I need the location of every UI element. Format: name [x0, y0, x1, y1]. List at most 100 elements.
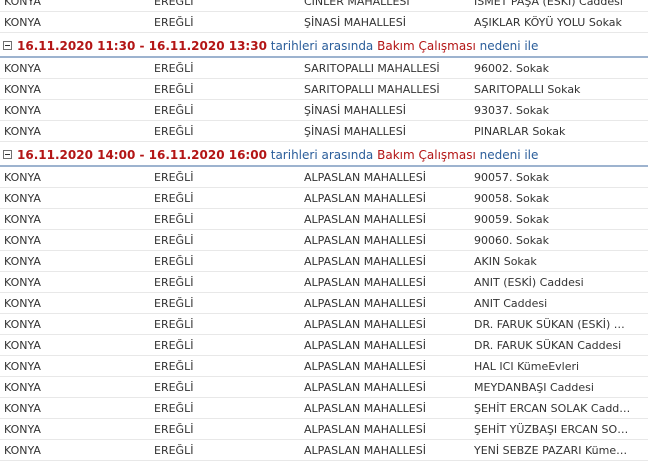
district-cell: EREĞLİ: [154, 234, 194, 247]
province-cell: KONYA: [4, 423, 41, 436]
province-cell: KONYA: [4, 402, 41, 415]
table-row: KONYA EREĞLİ ALPASLAN MAHALLESİ ŞEHİT YÜZBA…: [0, 419, 648, 440]
table-row: KONYA EREĞLİ CİNLER MAHALLESİ İSMET PAŞA (E…: [0, 0, 648, 12]
reason-suffix: nedeni ile: [479, 148, 539, 162]
province-cell: KONYA: [4, 16, 41, 29]
street-cell: HAL ICI KümeEvleri: [474, 360, 580, 373]
street-cell: SARITOPALLI Sokak: [474, 83, 581, 96]
province-cell: KONYA: [4, 0, 41, 8]
neighborhood-cell: SARITOPALLI MAHALLESİ: [304, 62, 440, 75]
reason-suffix: nedeni ile: [479, 39, 539, 53]
province-cell: KONYA: [4, 234, 41, 247]
street-cell: ANIT (ESKİ) Caddesi: [474, 276, 584, 289]
street-cell: PINARLAR Sokak: [474, 125, 566, 138]
district-cell: EREĞLİ: [154, 213, 194, 226]
province-cell: KONYA: [4, 339, 41, 352]
province-cell: KONYA: [4, 318, 41, 331]
outage-date-range: 16.11.2020 14:00 - 16.11.2020 16:00: [17, 148, 267, 162]
province-cell: KONYA: [4, 83, 41, 96]
table-row: KONYA EREĞLİ ALPASLAN MAHALLESİ 90060. Soka…: [0, 230, 648, 251]
street-cell: ŞEHİT ERCAN SOLAK Caddesi: [474, 402, 632, 415]
district-cell: EREĞLİ: [154, 297, 194, 310]
neighborhood-cell: ALPASLAN MAHALLESİ: [304, 360, 426, 373]
neighborhood-cell: ALPASLAN MAHALLESİ: [304, 444, 426, 457]
table-row: KONYA EREĞLİ ALPASLAN MAHALLESİ 90059. Soka…: [0, 209, 648, 230]
neighborhood-cell: ALPASLAN MAHALLESİ: [304, 192, 426, 205]
table-row: KONYA EREĞLİ SARITOPALLI MAHALLESİ 96002. S…: [0, 58, 648, 79]
neighborhood-cell: ALPASLAN MAHALLESİ: [304, 381, 426, 394]
district-cell: EREĞLİ: [154, 16, 194, 29]
district-cell: EREĞLİ: [154, 276, 194, 289]
neighborhood-cell: ŞİNASİ MAHALLESİ: [304, 16, 406, 29]
table-row: KONYA EREĞLİ ALPASLAN MAHALLESİ ANIT (ESKİ)…: [0, 272, 648, 293]
province-cell: KONYA: [4, 255, 41, 268]
neighborhood-cell: ALPASLAN MAHALLESİ: [304, 339, 426, 352]
street-cell: 93037. Sokak: [474, 104, 549, 117]
street-cell: 90058. Sokak: [474, 192, 549, 205]
collapse-minus-icon[interactable]: [3, 150, 12, 159]
table-row: KONYA EREĞLİ ALPASLAN MAHALLESİ ANIT Caddes…: [0, 293, 648, 314]
outage-table: KONYA EREĞLİ CİNLER MAHALLESİ İSMET PAŞA (E…: [0, 0, 648, 461]
province-cell: KONYA: [4, 297, 41, 310]
table-row: KONYA EREĞLİ SARITOPALLI MAHALLESİ SARITOPA…: [0, 79, 648, 100]
province-cell: KONYA: [4, 62, 41, 75]
neighborhood-cell: ALPASLAN MAHALLESİ: [304, 171, 426, 184]
district-cell: EREĞLİ: [154, 255, 194, 268]
district-cell: EREĞLİ: [154, 0, 194, 8]
collapse-minus-icon[interactable]: [3, 41, 12, 50]
neighborhood-cell: ALPASLAN MAHALLESİ: [304, 276, 426, 289]
table-row: KONYA EREĞLİ ALPASLAN MAHALLESİ YENİ SEBZE …: [0, 440, 648, 461]
outage-group-header: 16.11.2020 14:00 - 16.11.2020 16:00 tari…: [0, 142, 648, 167]
street-cell: 90059. Sokak: [474, 213, 549, 226]
street-cell: DR. FARUK SÜKAN Caddesi: [474, 339, 622, 352]
street-cell: YENİ SEBZE PAZARI KümeEvleri: [474, 444, 632, 457]
neighborhood-cell: ALPASLAN MAHALLESİ: [304, 423, 426, 436]
district-cell: EREĞLİ: [154, 381, 194, 394]
table-row: KONYA EREĞLİ ŞİNASİ MAHALLESİ PINARLAR Soka…: [0, 121, 648, 142]
table-row: KONYA EREĞLİ ŞİNASİ MAHALLESİ AŞIKLAR KÖYÜ …: [0, 12, 648, 33]
province-cell: KONYA: [4, 381, 41, 394]
province-cell: KONYA: [4, 171, 41, 184]
table-row: KONYA EREĞLİ ALPASLAN MAHALLESİ AKIN Sokak: [0, 251, 648, 272]
street-cell: İSMET PAŞA (ESKİ) Caddesi: [474, 0, 623, 8]
district-cell: EREĞLİ: [154, 360, 194, 373]
district-cell: EREĞLİ: [154, 192, 194, 205]
neighborhood-cell: SARITOPALLI MAHALLESİ: [304, 83, 440, 96]
neighborhood-cell: ALPASLAN MAHALLESİ: [304, 318, 426, 331]
neighborhood-cell: CİNLER MAHALLESİ: [304, 0, 410, 8]
outage-group-header: 16.11.2020 11:30 - 16.11.2020 13:30 tari…: [0, 33, 648, 58]
street-cell: MEYDANBAŞI Caddesi: [474, 381, 594, 394]
outage-date-range: 16.11.2020 11:30 - 16.11.2020 13:30: [17, 39, 267, 53]
street-cell: 90057. Sokak: [474, 171, 549, 184]
table-row: KONYA EREĞLİ ALPASLAN MAHALLESİ MEYDANBAŞI …: [0, 377, 648, 398]
table-row: KONYA EREĞLİ ALPASLAN MAHALLESİ DR. FARUK S…: [0, 335, 648, 356]
between-label: tarihleri arasında: [270, 148, 374, 162]
district-cell: EREĞLİ: [154, 125, 194, 138]
table-row: KONYA EREĞLİ ŞİNASİ MAHALLESİ 93037. Sokak: [0, 100, 648, 121]
district-cell: EREĞLİ: [154, 339, 194, 352]
outage-reason: Bakım Çalışması: [377, 39, 476, 53]
neighborhood-cell: ALPASLAN MAHALLESİ: [304, 297, 426, 310]
neighborhood-cell: ŞİNASİ MAHALLESİ: [304, 104, 406, 117]
table-row: KONYA EREĞLİ ALPASLAN MAHALLESİ 90058. Soka…: [0, 188, 648, 209]
neighborhood-cell: ALPASLAN MAHALLESİ: [304, 213, 426, 226]
district-cell: EREĞLİ: [154, 171, 194, 184]
province-cell: KONYA: [4, 213, 41, 226]
table-row: KONYA EREĞLİ ALPASLAN MAHALLESİ DR. FARUK S…: [0, 314, 648, 335]
neighborhood-cell: ŞİNASİ MAHALLESİ: [304, 125, 406, 138]
district-cell: EREĞLİ: [154, 318, 194, 331]
outage-reason: Bakım Çalışması: [377, 148, 476, 162]
table-row: KONYA EREĞLİ ALPASLAN MAHALLESİ 90057. Soka…: [0, 167, 648, 188]
district-cell: EREĞLİ: [154, 444, 194, 457]
neighborhood-cell: ALPASLAN MAHALLESİ: [304, 234, 426, 247]
neighborhood-cell: ALPASLAN MAHALLESİ: [304, 402, 426, 415]
province-cell: KONYA: [4, 360, 41, 373]
street-cell: 96002. Sokak: [474, 62, 549, 75]
province-cell: KONYA: [4, 192, 41, 205]
district-cell: EREĞLİ: [154, 423, 194, 436]
street-cell: ŞEHİT YÜZBAŞI ERCAN SOLA...: [474, 423, 632, 436]
street-cell: AKIN Sokak: [474, 255, 537, 268]
province-cell: KONYA: [4, 125, 41, 138]
street-cell: DR. FARUK SÜKAN (ESKİ) Cad...: [474, 318, 632, 331]
district-cell: EREĞLİ: [154, 402, 194, 415]
